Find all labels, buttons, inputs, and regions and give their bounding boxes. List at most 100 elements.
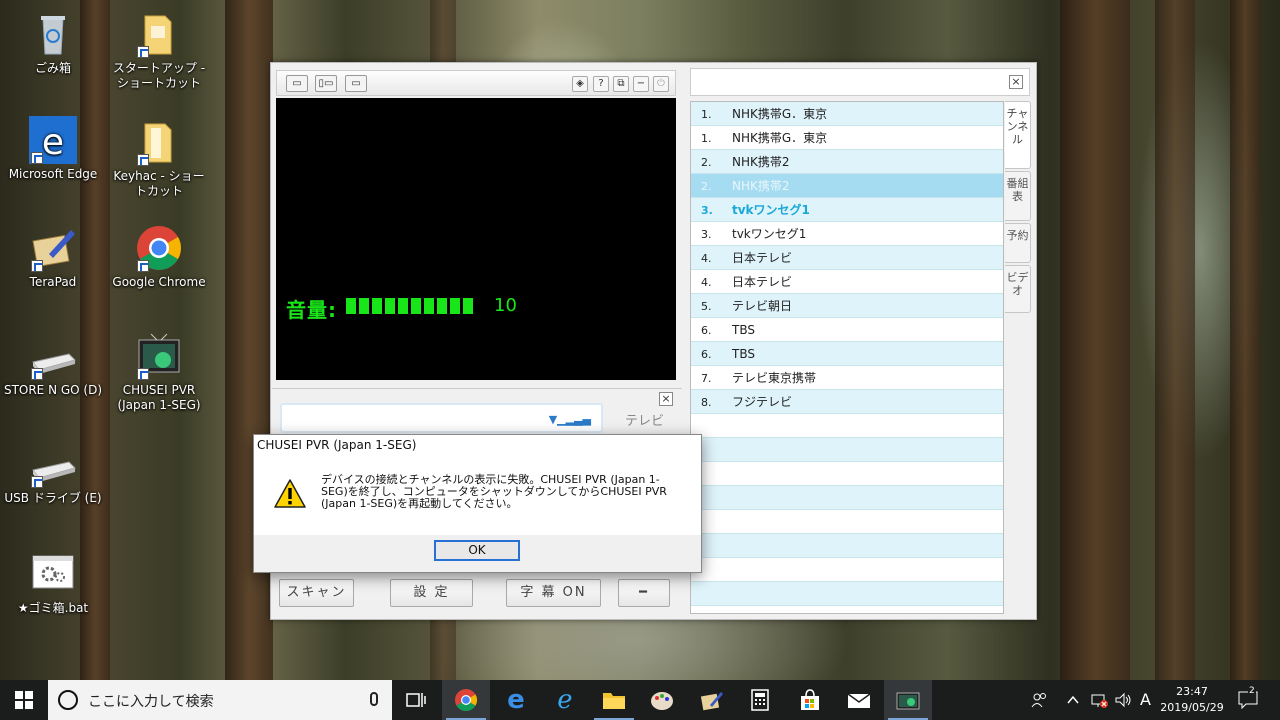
signal-strength-box: ▼▁▂▃▄ [280,403,603,433]
desktop-icon-batch[interactable]: ★ゴミ箱.bat [3,550,103,616]
tab-video[interactable]: ビデオ [1005,265,1031,313]
volume-bar-segment [359,298,369,314]
channel-name: NHK携帯G．東京 [732,107,828,121]
channel-row[interactable]: 1. NHK携帯G．東京 [691,102,1003,126]
channel-row[interactable]: 2. NHK携帯2 [691,150,1003,174]
task-view-button[interactable] [392,680,440,720]
desktop-icon-label: USB ドライブ (E) [4,491,102,505]
volume-value: 10 [494,295,517,316]
desktop-icon-chrome[interactable]: Google Chrome [109,224,209,290]
tab-channels[interactable]: チャンネル [1005,101,1031,169]
taskbar-store[interactable] [786,680,834,720]
tab-reservations[interactable]: 予約 [1005,223,1031,263]
channel-name: NHK携帯2 [732,155,790,169]
desktop-icon-label: TeraPad [29,275,77,289]
desktop-icon-terapad[interactable]: TeraPad [3,224,103,290]
internet-explorer-icon: ℯ [557,685,573,715]
desktop-icon-label: CHUSEI PVR (Japan 1-SEG) [117,383,201,412]
desktop-icon-edge[interactable]: e Microsoft Edge [3,116,103,182]
channel-row[interactable]: 2. NHK携帯2 [691,174,1003,198]
channel-row[interactable]: 3. tvkワンセグ1 [691,222,1003,246]
layout-split-button[interactable]: ▯▭ [315,75,337,92]
channel-row[interactable]: 3. tvkワンセグ1 [691,198,1003,222]
channel-name: NHK携帯2 [732,179,790,193]
close-icon[interactable]: × [659,392,673,406]
record-icon[interactable]: ◈ [572,76,588,92]
desktop-icon-keyhac-shortcut[interactable]: Keyhac - ショートカット [109,118,209,199]
empty-row [691,438,1003,462]
channel-row[interactable]: 5. テレビ朝日 [691,294,1003,318]
chrome-icon [135,224,183,272]
system-clock[interactable]: 23:47 2019/05/29 [1158,684,1226,716]
channel-number: 3. [701,204,713,217]
layout-mini-button[interactable]: ▭ [345,75,367,92]
people-icon[interactable] [1030,680,1050,720]
power-button[interactable]: ⏻ [653,76,669,92]
taskbar-search[interactable]: ここに入力して検索 [48,680,392,720]
player-toolbar: ▭ ▯▭ ▭ ◈ ? ⧉ − ⏻ [276,70,676,96]
tab-program-guide[interactable]: 番組表 [1005,171,1031,221]
desktop-icon-label: Microsoft Edge [8,167,98,181]
volume-bar-segment [463,298,473,314]
show-hidden-icons[interactable] [1066,680,1082,720]
help-button[interactable]: ? [593,76,609,92]
layout-single-button[interactable]: ▭ [286,75,308,92]
taskbar: ここに入力して検索 e ℯ A 23:47 2019/05/29 2 [0,680,1280,720]
desktop-icon-startup-shortcut[interactable]: スタートアップ - ショートカット [109,10,209,91]
channel-list[interactable]: 1. NHK携帯G．東京 1. NHK携帯G．東京 2. NHK携帯2 2. NHK携帯2 3.… [690,101,1004,614]
close-icon[interactable]: × [1009,75,1023,89]
channel-row[interactable]: 6. TBS [691,318,1003,342]
channel-row[interactable]: 7. テレビ東京携帯 [691,366,1003,390]
video-screen[interactable]: 音量: 10 [276,98,676,380]
desktop-icon-chusei-pvr[interactable]: CHUSEI PVR (Japan 1-SEG) [109,332,209,413]
channel-row[interactable]: 4. 日本テレビ [691,246,1003,270]
calculator-icon [751,689,769,711]
desktop-icon-usb-drive[interactable]: USB ドライブ (E) [3,452,103,506]
start-button[interactable] [0,680,48,720]
subtitles-button[interactable]: 字 幕 ON [506,579,601,607]
edge-icon: e [507,685,525,715]
taskbar-calculator[interactable] [736,680,784,720]
chrome-icon [455,689,477,711]
volume-icon[interactable] [1115,680,1133,720]
scan-button[interactable]: スキャン [279,579,354,607]
taskbar-terapad[interactable] [688,680,736,720]
taskbar-chusei-pvr[interactable] [884,680,932,720]
desktop-icon-store-n-go[interactable]: STORE N GO (D) [3,344,103,398]
microphone-icon[interactable] [370,692,378,706]
taskbar-paint[interactable] [638,680,686,720]
tv-mode-label[interactable]: テレビ [625,410,664,429]
channel-number: 3. [701,228,712,241]
channel-number: 6. [701,348,712,361]
minimize-button[interactable]: − [633,76,649,92]
channel-name: 日本テレビ [732,251,793,265]
minus-button[interactable]: ━ [618,579,670,607]
volume-bar-segment [450,298,460,314]
empty-row [691,534,1003,558]
desktop-icon-label: スタートアップ - ショートカット [112,61,206,90]
channel-name: テレビ朝日 [732,299,793,313]
channel-row[interactable]: 4. 日本テレビ [691,270,1003,294]
terapad-icon [29,224,77,272]
taskbar-file-explorer[interactable] [590,680,638,720]
ime-mode-indicator[interactable]: A [1140,680,1154,720]
network-disconnected-icon[interactable] [1090,680,1110,720]
terapad-icon [700,692,723,711]
ok-button[interactable]: OK [434,540,520,561]
taskbar-edge[interactable]: e [492,680,540,720]
window-mode-button[interactable]: ⧉ [613,76,629,92]
volume-bar-segment [424,298,434,314]
channel-number: 2. [701,156,712,169]
taskbar-chrome[interactable] [442,680,490,720]
desktop-icon-label: ★ゴミ箱.bat [17,601,89,615]
channel-row[interactable]: 8. フジテレビ [691,390,1003,414]
desktop-icon-recycle-bin[interactable]: ごみ箱 [3,10,103,76]
dialog-body: デバイスの接続とチャンネルの表示に失敗。CHUSEI PVR (Japan 1-… [254,459,701,535]
settings-button[interactable]: 設 定 [390,579,473,607]
taskbar-ie[interactable]: ℯ [541,680,589,720]
taskbar-mail[interactable] [835,680,883,720]
empty-row [691,510,1003,534]
channel-row[interactable]: 6. TBS [691,342,1003,366]
action-center-button[interactable]: 2 [1238,680,1262,720]
channel-row[interactable]: 1. NHK携帯G．東京 [691,126,1003,150]
